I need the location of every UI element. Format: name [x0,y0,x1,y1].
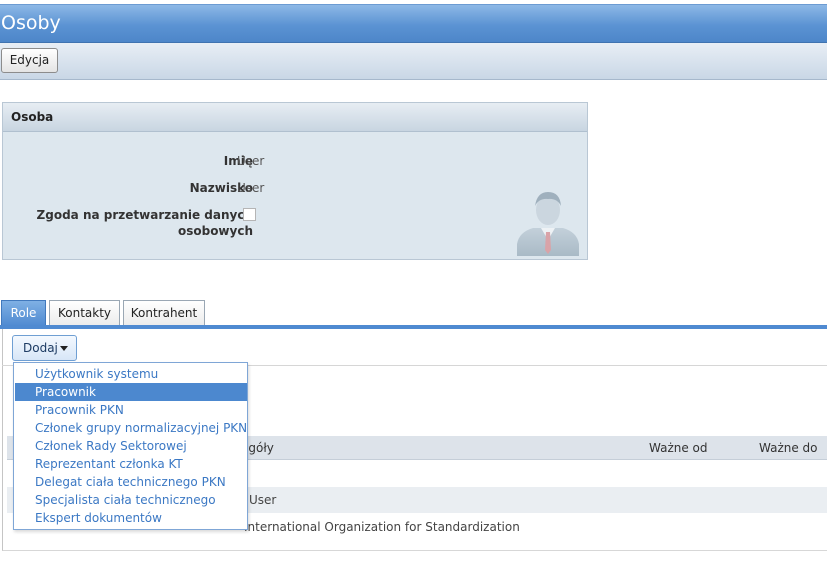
column-header-valid-to[interactable]: Ważne do [759,441,818,455]
column-header-valid-from[interactable]: Ważne od [649,441,708,455]
add-role-button-label: Dodaj [23,341,58,355]
add-role-button[interactable]: Dodaj [12,335,77,361]
menu-item-delegat-ciala-technicznego[interactable]: Delegat ciała technicznego PKN [15,473,247,491]
tab-kontakty[interactable]: Kontakty [49,300,120,325]
consent-label-line1: Zgoda na przetwarzanie danych [36,208,253,222]
menu-item-reprezentant-czlonka-kt[interactable]: Reprezentant członka KT [15,455,247,473]
menu-item-pracownik[interactable]: Pracownik [15,383,247,401]
consent-checkbox[interactable] [243,208,256,221]
first-name-value: User [237,154,265,168]
table-cell-details: User [249,493,277,507]
consent-label-line2: osobowych [177,224,253,238]
person-panel: Osoba Imię User Nazwisko User Zgoda na p… [2,102,588,260]
person-panel-header: Osoba [3,103,587,132]
menu-item-pracownik-pkn[interactable]: Pracownik PKN [15,401,247,419]
toolbar: Edycja [0,43,827,80]
menu-item-uzytkownik-systemu[interactable]: Użytkownik systemu [15,365,247,383]
last-name-value: User [237,181,265,195]
page-title: Osoby [1,12,61,34]
caret-down-icon [60,346,68,351]
person-avatar-icon [517,192,579,256]
page-header: Osoby [0,4,827,43]
menu-item-czlonek-grupy-normalizacyjnej[interactable]: Członek grupy normalizacyjnej PKN [15,419,247,437]
table-cell-details: International Organization for Standardi… [244,520,520,534]
menu-item-ekspert-dokumentow[interactable]: Ekspert dokumentów [15,509,247,527]
first-name-label: Imię [223,154,253,168]
last-name-label: Nazwisko [189,181,253,195]
edit-button[interactable]: Edycja [1,48,58,73]
tab-role[interactable]: Role [1,300,46,326]
tab-kontrahent[interactable]: Kontrahent [123,300,205,325]
menu-item-specjalista-ciala-technicznego[interactable]: Specjalista ciała technicznego [15,491,247,509]
add-role-dropdown-menu: Użytkownik systemu Pracownik Pracownik P… [13,362,248,530]
menu-item-czlonek-rady-sektorowej[interactable]: Członek Rady Sektorowej [15,437,247,455]
